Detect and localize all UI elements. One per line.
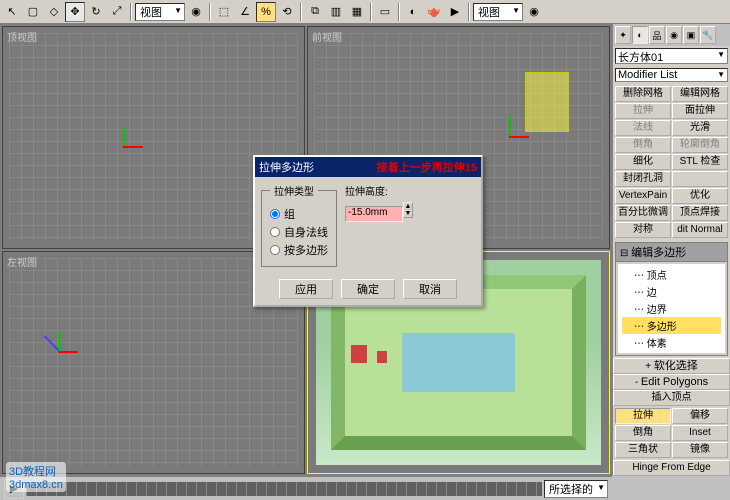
radio-group[interactable]: 组: [270, 206, 328, 222]
modifier-button[interactable]: 对称: [615, 222, 671, 238]
material-editor-icon[interactable]: ◐: [403, 2, 423, 22]
quick-render-icon[interactable]: ◉: [524, 2, 544, 22]
modifier-button[interactable]: 倒角: [615, 137, 671, 153]
hinge-button[interactable]: Hinge From Edge: [613, 460, 730, 476]
tree-item[interactable]: ⋯ 顶点: [622, 266, 721, 283]
percent-snap-icon[interactable]: %: [256, 2, 276, 22]
display-tab-icon[interactable]: ▣: [683, 26, 699, 44]
modifier-button[interactable]: 法线: [615, 120, 671, 136]
tree-item[interactable]: ⋯ 边: [622, 283, 721, 300]
apply-button[interactable]: 应用: [279, 279, 333, 299]
render-setup-icon[interactable]: 🫖: [424, 2, 444, 22]
modifier-button[interactable]: 细化: [615, 154, 671, 170]
tool-lasso-icon[interactable]: ◇: [44, 2, 64, 22]
motion-tab-icon[interactable]: ◉: [666, 26, 682, 44]
modifier-button[interactable]: 编辑网格: [672, 86, 728, 102]
tool-select-icon[interactable]: ↖: [2, 2, 22, 22]
inset-button[interactable]: Inset: [672, 425, 728, 441]
modify-tab-icon[interactable]: ◐: [632, 26, 648, 44]
watermark: 3D教程网3dmax8.cn: [6, 462, 66, 492]
cancel-button[interactable]: 取消: [403, 279, 457, 299]
utilities-tab-icon[interactable]: 🔧: [700, 26, 716, 44]
extrude-button[interactable]: 拉伸: [615, 408, 671, 424]
angle-snap-icon[interactable]: ∠: [235, 2, 255, 22]
height-label: 拉伸高度:: [345, 183, 413, 198]
tool-scale-icon[interactable]: ⤢: [107, 2, 127, 22]
modifier-button[interactable]: 删除网格: [615, 86, 671, 102]
mirror-icon[interactable]: ⧉: [305, 2, 325, 22]
radio-local-normal[interactable]: 自身法线: [270, 224, 328, 240]
align-icon[interactable]: ▥: [326, 2, 346, 22]
modifier-button[interactable]: 面拉伸: [672, 103, 728, 119]
timeline: ▶ 所选择的: [0, 476, 612, 500]
render-icon[interactable]: ▶: [445, 2, 465, 22]
modifier-button[interactable]: 拉伸: [615, 103, 671, 119]
extrude-dialog: 拉伸多边形 接着上一步再拉伸15 拉伸类型 组 自身法线 按多边形 拉伸高度: …: [253, 155, 483, 307]
tool-rotate-icon[interactable]: ↻: [86, 2, 106, 22]
tree-item[interactable]: ⋯ 体素: [622, 334, 721, 351]
main-toolbar: ↖ ▢ ◇ ✥ ↻ ⤢ 视图 ◉ ⬚ ∠ % ⟲ ⧉ ▥ ▦ ▭ ◐ 🫖 ▶ 视…: [0, 0, 730, 24]
bevel-button[interactable]: 偏移: [672, 408, 728, 424]
dialog-titlebar[interactable]: 拉伸多边形 接着上一步再拉伸15: [255, 157, 481, 177]
insert-vertex-button[interactable]: 插入顶点: [613, 390, 730, 406]
modifier-button[interactable]: [672, 171, 728, 187]
triangulate-button[interactable]: 三角状: [615, 442, 671, 458]
height-spinner[interactable]: -15.0mm: [345, 206, 403, 222]
hierarchy-tab-icon[interactable]: 品: [649, 26, 665, 44]
modifier-button[interactable]: VertexPain: [615, 188, 671, 204]
selection-status[interactable]: 所选择的: [544, 480, 608, 498]
center-icon[interactable]: ◉: [186, 2, 206, 22]
soft-selection-rollout[interactable]: + 软化选择: [613, 358, 730, 374]
extrude-type-group: 拉伸类型 组 自身法线 按多边形: [261, 183, 337, 267]
time-slider[interactable]: [26, 482, 542, 496]
tool-move-icon[interactable]: ✥: [65, 2, 85, 22]
refcoord-dropdown[interactable]: 视图: [135, 3, 185, 21]
chamfer-button[interactable]: 倒角: [615, 425, 671, 441]
spinner-snap-icon[interactable]: ⟲: [277, 2, 297, 22]
panel-tabs: ✦ ◐ 品 ◉ ▣ 🔧: [613, 24, 730, 46]
create-tab-icon[interactable]: ✦: [615, 26, 631, 44]
view-dropdown[interactable]: 视图: [473, 3, 523, 21]
ok-button[interactable]: 确定: [341, 279, 395, 299]
mirror-poly-button[interactable]: 镜像: [672, 442, 728, 458]
modifier-button[interactable]: 轮廓倒角: [672, 137, 728, 153]
modifier-button[interactable]: dit Normal: [672, 222, 728, 238]
modifier-button[interactable]: 顶点焊接: [672, 205, 728, 221]
tree-item[interactable]: ⋯ 边界: [622, 300, 721, 317]
radio-by-polygon[interactable]: 按多边形: [270, 242, 328, 258]
snap-toggle-icon[interactable]: ⬚: [214, 2, 234, 22]
edit-polygons-rollout[interactable]: - Edit Polygons: [613, 374, 730, 390]
object-name-field[interactable]: 长方体01: [615, 48, 728, 64]
modifier-button[interactable]: 百分比微调: [615, 205, 671, 221]
modifier-button[interactable]: STL 检查: [672, 154, 728, 170]
tool-region-icon[interactable]: ▢: [23, 2, 43, 22]
named-sel-icon[interactable]: ▭: [375, 2, 395, 22]
tree-item[interactable]: ⋯ 多边形: [622, 317, 721, 334]
modifier-button[interactable]: 封闭孔洞: [615, 171, 671, 187]
modifier-button[interactable]: 光滑: [672, 120, 728, 136]
array-icon[interactable]: ▦: [347, 2, 367, 22]
modifier-buttons: 删除网格编辑网格拉伸面拉伸法线光滑倒角轮廓倒角细化STL 检查封闭孔洞Verte…: [613, 84, 730, 240]
modifier-list-dropdown[interactable]: Modifier List: [615, 68, 728, 82]
command-panel: ✦ ◐ 品 ◉ ▣ 🔧 长方体01 Modifier List 删除网格编辑网格…: [612, 24, 730, 476]
modifier-button[interactable]: 优化: [672, 188, 728, 204]
subobject-tree: ⋯ 顶点⋯ 边⋯ 边界⋯ 多边形⋯ 体素: [618, 264, 725, 353]
